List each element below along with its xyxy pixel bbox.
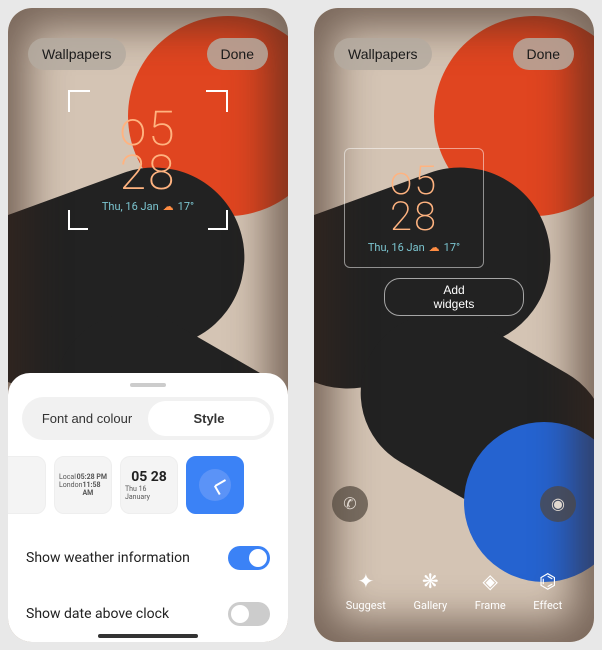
phone-icon: ✆ <box>343 494 356 514</box>
nav-frame[interactable]: ◈ Frame <box>475 569 506 612</box>
clock-temp-text: 17° <box>444 241 460 254</box>
toggle-date-above-clock[interactable] <box>228 602 270 626</box>
done-button[interactable]: Done <box>207 38 268 70</box>
add-widgets-button[interactable]: Add widgets <box>384 278 524 316</box>
gallery-icon: ❋ <box>422 569 439 593</box>
nav-label: Effect <box>533 599 562 612</box>
clock-temp-text: 17° <box>178 200 194 213</box>
style-sheet: Font and colour Style Local05:28 PM Lond… <box>8 373 288 642</box>
sheet-tabs: Font and colour Style <box>22 397 274 440</box>
frame-icon: ◈ <box>483 569 498 593</box>
nav-label: Gallery <box>413 599 447 612</box>
phone-shortcut-button[interactable]: ✆ <box>332 486 368 522</box>
camera-icon: ◉ <box>551 494 565 514</box>
weather-icon: ☁ <box>429 241 440 254</box>
sheet-handle[interactable] <box>130 383 166 387</box>
wallpapers-button[interactable]: Wallpapers <box>334 38 432 70</box>
weather-icon: ☁ <box>163 200 174 213</box>
topbar: Wallpapers Done <box>314 38 594 70</box>
nav-label: Suggest <box>346 599 386 612</box>
nav-suggest[interactable]: ✦ Suggest <box>346 569 386 612</box>
done-button[interactable]: Done <box>513 38 574 70</box>
bottom-nav: ✦ Suggest ❋ Gallery ◈ Frame ⌬ Effect <box>314 559 594 632</box>
clock-date-text: Thu, 16 Jan <box>102 200 159 213</box>
nav-gallery[interactable]: ❋ Gallery <box>413 569 447 612</box>
suggest-icon: ✦ <box>357 569 374 593</box>
clock-date-weather: Thu, 16 Jan ☁ 17° <box>368 241 460 254</box>
camera-shortcut-button[interactable]: ◉ <box>540 486 576 522</box>
analog-clock-icon <box>199 469 231 501</box>
effect-icon: ⌬ <box>539 569 556 593</box>
wallpaper <box>314 8 594 642</box>
setting-label: Show weather information <box>26 550 190 566</box>
wallpapers-button[interactable]: Wallpapers <box>28 38 126 70</box>
nav-label: Frame <box>475 599 506 612</box>
clock-widget[interactable]: o528 Thu, 16 Jan ☁ 17° <box>344 148 484 268</box>
setting-label: Show date above clock <box>26 606 169 622</box>
style-tiles-row[interactable]: Local05:28 PM London11:58 AM 05 28 Thu 1… <box>8 440 288 530</box>
clock-time: o528 <box>119 107 176 193</box>
style-tile-dual-clock[interactable]: Local05:28 PM London11:58 AM <box>54 456 112 514</box>
right-phone-preview: Wallpapers Done o528 Thu, 16 Jan ☁ 17° A… <box>314 8 594 642</box>
style-tile-analog-selected[interactable] <box>186 456 244 514</box>
setting-weather-row: Show weather information <box>8 530 288 586</box>
clock-date-weather: Thu, 16 Jan ☁ 17° <box>102 200 194 213</box>
style-tile[interactable] <box>8 456 46 514</box>
clock-date-text: Thu, 16 Jan <box>368 241 425 254</box>
nav-effect[interactable]: ⌬ Effect <box>533 569 562 612</box>
left-phone-preview: Wallpapers Done o528 Thu, 16 Jan ☁ 17° F… <box>8 8 288 642</box>
clock-widget-selection-box[interactable]: o528 Thu, 16 Jan ☁ 17° <box>68 90 228 230</box>
home-indicator[interactable] <box>98 634 198 638</box>
tab-font-and-colour[interactable]: Font and colour <box>26 401 148 436</box>
toggle-show-weather[interactable] <box>228 546 270 570</box>
topbar: Wallpapers Done <box>8 38 288 70</box>
tab-style[interactable]: Style <box>148 401 270 436</box>
clock-time: o528 <box>390 163 438 235</box>
style-tile-digital[interactable]: 05 28 Thu 16 January <box>120 456 178 514</box>
